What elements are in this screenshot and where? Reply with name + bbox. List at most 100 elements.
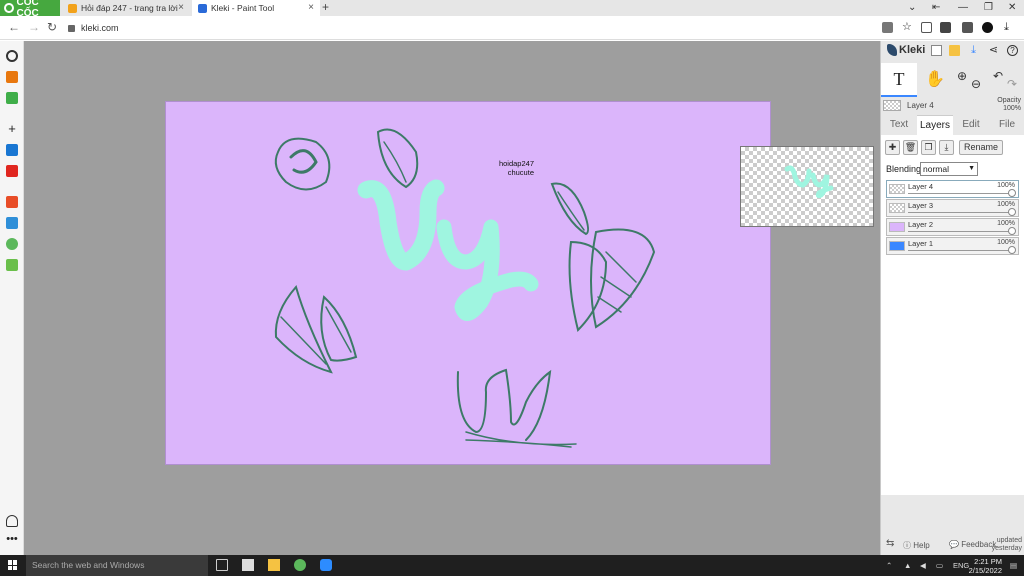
kleki-stage[interactable]: hoidap247 chucute: [24, 41, 880, 555]
volume-icon[interactable]: ◀: [920, 555, 926, 576]
minimize-icon[interactable]: —: [958, 0, 968, 15]
layer-name: Layer 2: [908, 220, 934, 229]
task-view-icon[interactable]: [216, 559, 228, 571]
kleki-logo[interactable]: Kleki: [887, 44, 925, 56]
blending-select[interactable]: normal ▼: [920, 162, 978, 176]
current-layer-name: Layer 4: [907, 101, 934, 110]
tab-text[interactable]: Text: [881, 115, 917, 135]
coccoc-taskbar-icon[interactable]: [294, 559, 306, 571]
layer-opacity-slider[interactable]: [908, 193, 1010, 194]
address-bar: ← → ↻ kleki.com ☆ ⤓: [0, 16, 1024, 40]
network-icon[interactable]: ▲: [904, 555, 911, 576]
download-extension-icon[interactable]: [940, 22, 951, 33]
layer-name: Layer 3: [908, 201, 934, 210]
duplicate-layer-icon[interactable]: ❐: [921, 140, 936, 155]
notification-center-icon[interactable]: ▤: [1010, 555, 1017, 576]
coccoc-brand-button[interactable]: CỐC CỐC: [0, 0, 60, 19]
profile-avatar[interactable]: [982, 22, 993, 33]
coccoc-logo-icon: [4, 3, 14, 13]
pin-icon[interactable]: ⇤: [932, 0, 940, 15]
tab-hoidap247[interactable]: Hỏi đáp 247 - trang tra lời ×: [62, 0, 190, 16]
kleki-header: Kleki ⤓ ⋖ ?: [881, 41, 1024, 61]
slider-handle[interactable]: [1008, 227, 1016, 235]
rename-button[interactable]: Rename: [959, 140, 1004, 155]
app-green-icon[interactable]: [6, 238, 18, 250]
tab-search-icon[interactable]: ⌄: [908, 0, 916, 15]
chevron-down-icon: ▼: [968, 165, 975, 172]
shield-icon[interactable]: [921, 22, 932, 33]
forward-icon[interactable]: →: [28, 20, 40, 34]
feedback-link[interactable]: 💬 Feedback: [949, 540, 996, 549]
add-layer-icon[interactable]: ✚: [885, 140, 900, 155]
sale-icon[interactable]: [6, 217, 18, 229]
zoom-out-icon[interactable]: ⊖: [971, 77, 981, 91]
swap-sides-icon[interactable]: ⇆: [886, 538, 894, 549]
app-grid-icon[interactable]: [6, 259, 18, 271]
file-explorer-icon[interactable]: [268, 559, 280, 571]
merge-down-icon[interactable]: ⤓: [939, 140, 954, 155]
more-icon[interactable]: •••: [6, 534, 18, 547]
layer-row-2[interactable]: Layer 2 100%: [886, 218, 1019, 236]
reload-icon[interactable]: ↻: [47, 20, 57, 34]
url-field[interactable]: kleki.com: [68, 20, 119, 36]
translate-icon[interactable]: [882, 22, 893, 33]
tab-kleki[interactable]: Kleki - Paint Tool ×: [192, 0, 320, 16]
restore-icon[interactable]: ❐: [984, 0, 993, 15]
add-icon[interactable]: +: [6, 122, 18, 135]
browser-tab-strip: CỐC CỐC Hỏi đáp 247 - trang tra lời × Kl…: [0, 0, 1024, 19]
close-tab-icon[interactable]: ×: [178, 2, 184, 13]
help-link[interactable]: ⓘ Help: [903, 540, 930, 551]
tab-layers[interactable]: Layers: [917, 115, 953, 135]
tab-file[interactable]: File: [989, 115, 1024, 135]
zoom-app-icon[interactable]: [320, 559, 332, 571]
history-icon[interactable]: [6, 50, 18, 62]
layer-row-1[interactable]: Layer 1 100%: [886, 237, 1019, 255]
hand-tool-icon[interactable]: ✋: [925, 69, 945, 89]
puzzle-extensions-icon[interactable]: [962, 22, 973, 33]
zoom-in-icon[interactable]: ⊕: [957, 69, 967, 83]
undo-icon[interactable]: ↶: [993, 69, 1003, 83]
help-icon[interactable]: ?: [1007, 45, 1018, 56]
open-folder-icon[interactable]: [949, 45, 960, 56]
layer-opacity-slider[interactable]: [908, 212, 1010, 213]
app-blue-icon[interactable]: [6, 144, 18, 156]
youtube-icon[interactable]: [6, 165, 18, 177]
delete-layer-icon[interactable]: 🗑: [903, 140, 918, 155]
layer-opacity-slider[interactable]: [908, 231, 1010, 232]
bookmark-star-icon[interactable]: ☆: [902, 22, 913, 33]
close-tab-icon[interactable]: ×: [308, 2, 314, 13]
close-window-icon[interactable]: ✕: [1008, 0, 1016, 15]
share-icon[interactable]: ⋖: [988, 45, 999, 56]
notification-bell-icon[interactable]: [6, 515, 18, 527]
taskbar-clock[interactable]: 2:21 PM 2/15/2022: [969, 557, 1002, 575]
save-download-icon[interactable]: ⤓: [968, 45, 979, 56]
blending-label: Blending: [886, 164, 922, 174]
layer-row-4[interactable]: Layer 4 100%: [886, 180, 1019, 198]
crown-icon[interactable]: [6, 71, 18, 83]
downloads-icon[interactable]: ⤓: [1004, 22, 1015, 33]
store-icon[interactable]: [242, 559, 254, 571]
layer-row-3[interactable]: Layer 3 100%: [886, 199, 1019, 217]
windows-start-icon[interactable]: [8, 560, 18, 570]
slider-handle[interactable]: [1008, 189, 1016, 197]
new-image-icon[interactable]: [931, 45, 942, 56]
app-orange-icon[interactable]: [6, 196, 18, 208]
layer-actions: ✚ 🗑 ❐ ⤓ Rename: [885, 140, 1004, 155]
language-indicator[interactable]: ENG: [953, 555, 969, 576]
slider-handle[interactable]: [1008, 208, 1016, 216]
redo-icon[interactable]: ↷: [1007, 77, 1017, 91]
layer-opacity-slider[interactable]: [908, 250, 1010, 251]
layer-preview-window[interactable]: [740, 146, 874, 227]
updated-note[interactable]: updated yesterday: [992, 537, 1022, 553]
tab-edit[interactable]: Edit: [953, 115, 989, 135]
text-tool-button[interactable]: T: [881, 63, 917, 97]
tray-chevron-icon[interactable]: ⌃: [886, 555, 892, 576]
drawing-canvas[interactable]: hoidap247 chucute: [165, 101, 771, 465]
taskbar-search-box[interactable]: Search the web and Windows: [26, 555, 208, 576]
back-icon[interactable]: ←: [8, 20, 20, 34]
new-tab-button[interactable]: +: [322, 0, 329, 15]
updated-line-1: updated: [996, 537, 1022, 544]
game-controller-icon[interactable]: [6, 92, 18, 104]
battery-icon[interactable]: ▭: [936, 555, 943, 576]
slider-handle[interactable]: [1008, 246, 1016, 254]
